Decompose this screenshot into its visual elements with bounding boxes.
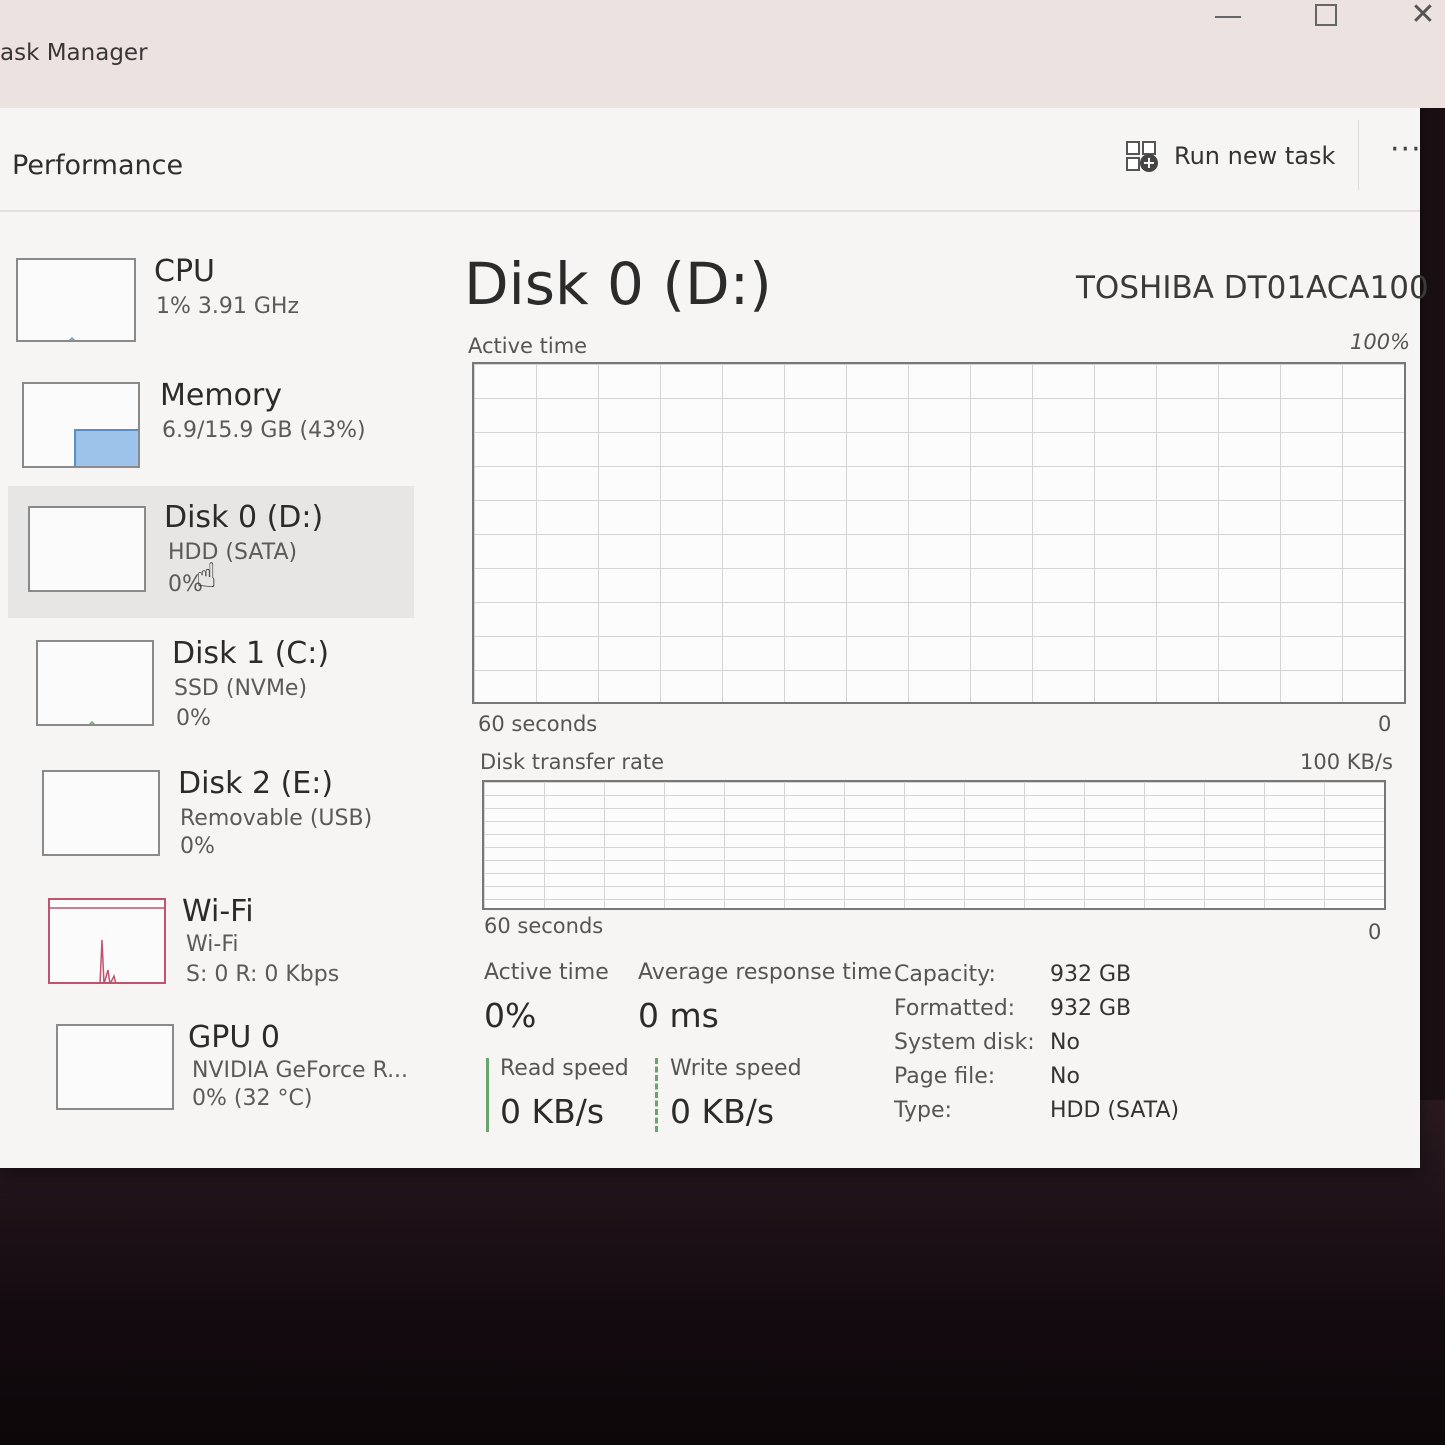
memory-usage-fill (74, 429, 138, 466)
write-speed-label: Write speed (670, 1056, 802, 1081)
sidebar-item-name: Disk 1 (C:) (172, 636, 330, 671)
sidebar-item-detail: Wi-Fi (186, 932, 239, 957)
sidebar-item-disk-1[interactable]: Disk 1 (C:) SSD (NVMe) 0% (0, 620, 415, 752)
transfer-graph-label: Disk transfer rate (480, 750, 665, 774)
sidebar-item-name: Disk 2 (E:) (178, 766, 334, 801)
sidebar-item-detail: Removable (USB) (180, 806, 373, 831)
disk-1-thumbnail (36, 640, 154, 726)
transfer-graph-min: 0 (1368, 920, 1382, 944)
sidebar-item-name: Wi-Fi (182, 894, 254, 929)
window-title: ask Manager (0, 40, 148, 66)
wifi-thumbnail (48, 898, 166, 984)
active-time-graph (472, 362, 1406, 704)
write-speed-legend-line (655, 1058, 658, 1132)
sidebar-item-usage: 0% (32 °C) (192, 1086, 313, 1111)
property-label: Page file: (894, 1064, 996, 1089)
gpu-0-thumbnail (56, 1024, 174, 1110)
more-options-button[interactable]: ··· (1390, 132, 1422, 167)
property-label: System disk: (894, 1030, 1035, 1055)
avg-response-label: Average response time (638, 960, 892, 985)
write-speed-value: 0 KB/s (670, 1092, 775, 1131)
sidebar-item-disk-0[interactable]: Disk 0 (D:) HDD (SATA) 0% (8, 486, 414, 618)
property-value: 932 GB (1050, 962, 1132, 987)
disk-0-thumbnail (28, 506, 146, 592)
close-button[interactable]: ✕ (1393, 0, 1445, 36)
sidebar-item-name: GPU 0 (188, 1020, 280, 1055)
sidebar-item-usage: S: 0 R: 0 Kbps (186, 962, 340, 987)
active-time-stat-value: 0% (484, 996, 537, 1035)
maximize-button[interactable] (1296, 0, 1356, 36)
command-separator (1358, 120, 1359, 190)
disk-2-thumbnail (42, 770, 160, 856)
command-bar: Performance + Run new task ··· (0, 108, 1422, 212)
property-value: HDD (SATA) (1050, 1098, 1180, 1123)
sidebar-item-name: Memory (160, 378, 283, 413)
sidebar-item-detail: 1% 3.91 GHz (156, 294, 300, 319)
page-title: Performance (12, 150, 184, 181)
disk-1-sparkline (88, 720, 96, 724)
transfer-graph-max: 100 KB/s (1300, 750, 1393, 774)
read-speed-label: Read speed (500, 1056, 629, 1081)
sidebar-item-detail: SSD (NVMe) (174, 676, 308, 701)
property-value: No (1050, 1030, 1080, 1055)
active-time-graph-label: Active time (468, 334, 588, 358)
sidebar-item-detail: NVIDIA GeForce R... (192, 1058, 409, 1083)
transfer-rate-graph (482, 780, 1386, 910)
sidebar-item-memory[interactable]: Memory 6.9/15.9 GB (43%) (0, 362, 415, 494)
sidebar-item-name: CPU (154, 254, 215, 289)
run-task-icon: + (1124, 139, 1160, 173)
maximize-icon (1315, 4, 1337, 26)
run-new-task-label: Run new task (1174, 142, 1336, 170)
property-label: Capacity: (894, 962, 996, 987)
title-bar[interactable]: ask Manager ✕ (0, 0, 1445, 108)
active-time-stat-label: Active time (484, 960, 609, 985)
transfer-graph-time-label: 60 seconds (484, 914, 604, 938)
sidebar-item-detail: 6.9/15.9 GB (43%) (162, 418, 366, 443)
sidebar-item-usage: 0% (176, 706, 211, 731)
active-time-graph-min: 0 (1378, 712, 1392, 736)
minimize-button[interactable] (1198, 0, 1258, 36)
property-label: Type: (894, 1098, 952, 1123)
active-time-graph-max: 100% (1350, 330, 1411, 354)
avg-response-value: 0 ms (638, 996, 719, 1035)
active-time-graph-time-label: 60 seconds (478, 712, 598, 736)
run-new-task-button[interactable]: + Run new task (1124, 136, 1335, 176)
sidebar-item-name: Disk 0 (D:) (164, 500, 324, 535)
property-value: 932 GB (1050, 996, 1132, 1021)
disk-model: TOSHIBA DT01ACA100 (1076, 270, 1429, 306)
sidebar-item-wifi[interactable]: Wi-Fi Wi-Fi S: 0 R: 0 Kbps (0, 878, 415, 1010)
disk-title: Disk 0 (D:) (464, 250, 772, 318)
wifi-sparkline (50, 907, 164, 982)
property-value: No (1050, 1064, 1080, 1089)
minimize-icon (1215, 16, 1241, 18)
sidebar-item-disk-2[interactable]: Disk 2 (E:) Removable (USB) 0% (0, 750, 415, 882)
memory-thumbnail (22, 382, 140, 468)
sidebar-item-gpu-0[interactable]: GPU 0 NVIDIA GeForce R... 0% (32 °C) (0, 1004, 415, 1136)
property-label: Formatted: (894, 996, 1016, 1021)
cpu-sparkline (68, 336, 76, 340)
read-speed-legend-line (486, 1058, 489, 1132)
sidebar-item-detail: HDD (SATA) (168, 540, 298, 565)
sidebar-item-cpu[interactable]: CPU 1% 3.91 GHz (0, 238, 415, 370)
hand-cursor-icon: ☝ (196, 556, 217, 596)
read-speed-value: 0 KB/s (500, 1092, 605, 1131)
cpu-thumbnail (16, 258, 136, 342)
sidebar-item-usage: 0% (180, 834, 215, 859)
